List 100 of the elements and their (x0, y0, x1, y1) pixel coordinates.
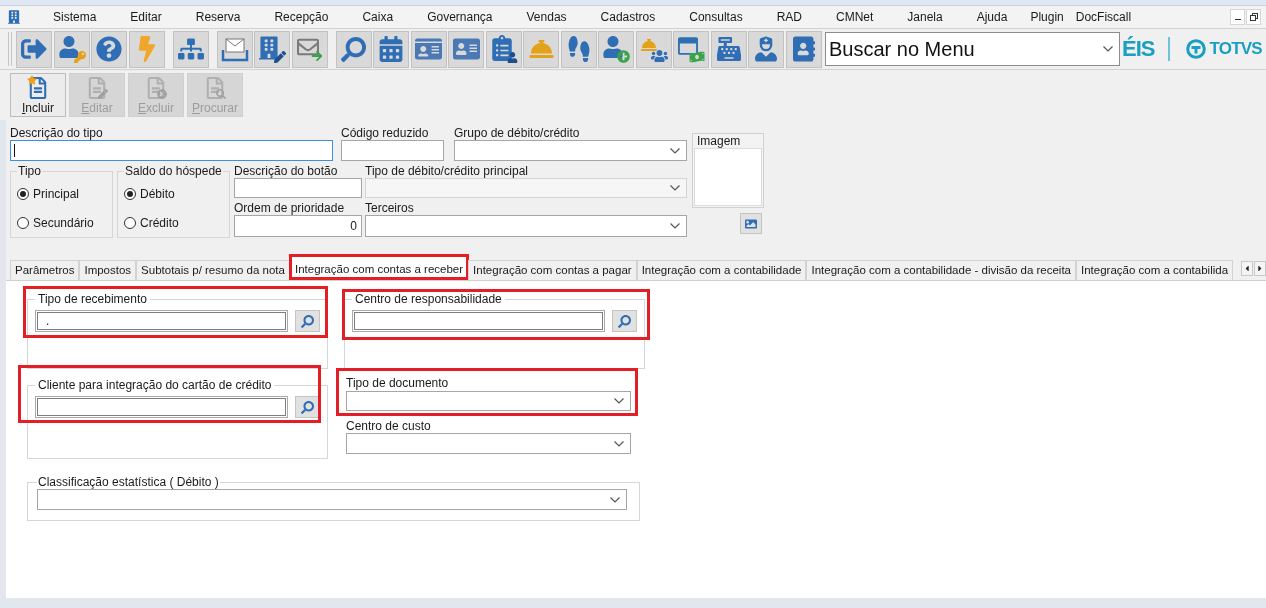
field-label: Terceiros (365, 202, 415, 215)
logo-text: TOTVS (1209, 38, 1262, 60)
chevron-down-icon (670, 223, 680, 229)
field-label: Tipo de documento (346, 377, 450, 390)
toolbar-button[interactable] (373, 30, 409, 68)
chevron-down-icon (670, 147, 680, 154)
group-label: Centro de responsabilidade (354, 293, 503, 306)
toolbar-button[interactable] (254, 30, 290, 68)
building-pen-icon (258, 35, 286, 63)
tab[interactable]: Integração com a contabilida (1076, 260, 1234, 280)
toolbar-button[interactable] (748, 30, 784, 68)
dropdown-field[interactable] (346, 391, 631, 411)
group-label: Tipo de recebimento (37, 293, 148, 306)
minimize-icon (1234, 19, 1241, 20)
user-key-icon (57, 35, 86, 63)
minimize-button[interactable] (1230, 9, 1245, 25)
search-icon (618, 314, 631, 328)
toolbar-button[interactable] (335, 30, 372, 68)
menu-item[interactable]: Reserva (178, 7, 258, 27)
menu-item[interactable]: Caixa (345, 7, 411, 27)
toolbar-button[interactable] (410, 30, 447, 68)
menu-item[interactable]: Recepção (257, 7, 346, 27)
document-x-icon (145, 75, 167, 99)
text-field[interactable] (234, 178, 362, 198)
help-icon (95, 35, 123, 63)
lookup-button[interactable] (612, 310, 637, 332)
tab[interactable]: Integração com a contabilidade - divisão da receita (806, 260, 1076, 280)
lookup-button[interactable] (295, 310, 320, 332)
radio-option[interactable]: Secundário (17, 216, 94, 230)
lookup-button[interactable] (295, 396, 320, 418)
scroll-left-button[interactable] (1241, 260, 1253, 276)
toolbar-button[interactable] (635, 30, 672, 68)
tab[interactable]: Integração com a contabilidade (636, 260, 807, 280)
dropdown-field[interactable] (454, 140, 687, 161)
menu-item[interactable]: Janela (890, 7, 960, 27)
dropdown-field[interactable] (346, 433, 631, 454)
scroll-right-button[interactable] (1254, 260, 1266, 276)
menu-item[interactable]: DocFiscall (1069, 7, 1138, 27)
search-icon (301, 314, 314, 328)
search-icon (339, 35, 368, 63)
dropdown-field[interactable] (365, 215, 687, 237)
chevron-down-icon (614, 398, 624, 404)
toolbar-button[interactable] (710, 30, 747, 68)
menu-item[interactable]: CMNet (819, 7, 891, 27)
document-pen-icon (86, 75, 108, 99)
menu-item[interactable]: Plugin (1024, 7, 1070, 27)
tab[interactable]: Integração com contas a pagar (468, 260, 637, 280)
field-label: Código reduzido (341, 127, 430, 140)
toolbar-button[interactable] (598, 30, 634, 68)
tab[interactable]: Impostos (79, 260, 137, 280)
building-icon (8, 10, 20, 24)
text-field[interactable] (10, 140, 333, 161)
menu-item[interactable]: Editar (113, 7, 179, 27)
group-label: Saldo do hóspede (124, 165, 223, 178)
menu-item[interactable]: Cadastros (583, 7, 673, 27)
menu-item[interactable]: Consultas (672, 7, 760, 27)
toolbar-button[interactable] (448, 30, 484, 68)
image-button[interactable] (740, 213, 762, 234)
text-field[interactable] (35, 396, 288, 418)
toolbar-button[interactable] (216, 30, 253, 68)
toolbar-button[interactable] (53, 30, 90, 68)
person-cap-icon (752, 35, 780, 63)
group-label: Imagem (696, 134, 742, 148)
menu-item[interactable]: Governança (410, 7, 510, 27)
toolbar-button[interactable] (91, 30, 127, 68)
tab[interactable]: Subtotais p/ resumo da nota (136, 260, 290, 280)
dropdown-field[interactable] (37, 489, 627, 510)
caret-left-icon (1244, 263, 1250, 273)
clipboard-user-icon (489, 35, 518, 63)
menu-search-dropdown[interactable]: Buscar no Menu (825, 32, 1120, 66)
radio-option[interactable]: Débito (124, 187, 175, 201)
text-field[interactable] (352, 310, 605, 332)
window-banknote-icon (677, 35, 705, 63)
menu-item[interactable]: Vendas (509, 7, 584, 27)
toolbar-button[interactable] (16, 30, 52, 68)
menu-item[interactable]: RAD (759, 7, 819, 27)
chevron-down-icon (614, 440, 624, 447)
toolbar-button[interactable] (785, 30, 822, 68)
action-button[interactable]: Incluir (10, 73, 66, 117)
toolbar-button[interactable] (291, 30, 328, 68)
field-label: Descrição do tipo (10, 127, 104, 140)
group-label: Cliente para integração do cartão de crédito (37, 379, 273, 392)
radio-option[interactable]: Principal (17, 187, 80, 201)
toolbar-button[interactable] (172, 30, 209, 68)
search-icon (301, 400, 314, 414)
toolbar-button[interactable] (560, 30, 597, 68)
toolbar-button[interactable] (485, 30, 522, 68)
menu-item[interactable]: Sistema (36, 7, 114, 27)
text-cursor (14, 144, 15, 157)
toolbar-button[interactable] (673, 30, 709, 68)
text-field[interactable]: . (35, 310, 288, 332)
menu-item[interactable]: Ajuda (959, 7, 1025, 27)
restore-button[interactable] (1246, 9, 1261, 25)
brand-text: ÉIS (1122, 36, 1155, 62)
tab[interactable]: Parâmetros (10, 260, 80, 280)
field-label: Centro de custo (346, 420, 432, 433)
radio-option[interactable]: Crédito (124, 216, 179, 230)
number-field[interactable]: 0 (234, 215, 362, 237)
caret-right-icon (1257, 263, 1263, 273)
text-field[interactable] (341, 140, 444, 161)
